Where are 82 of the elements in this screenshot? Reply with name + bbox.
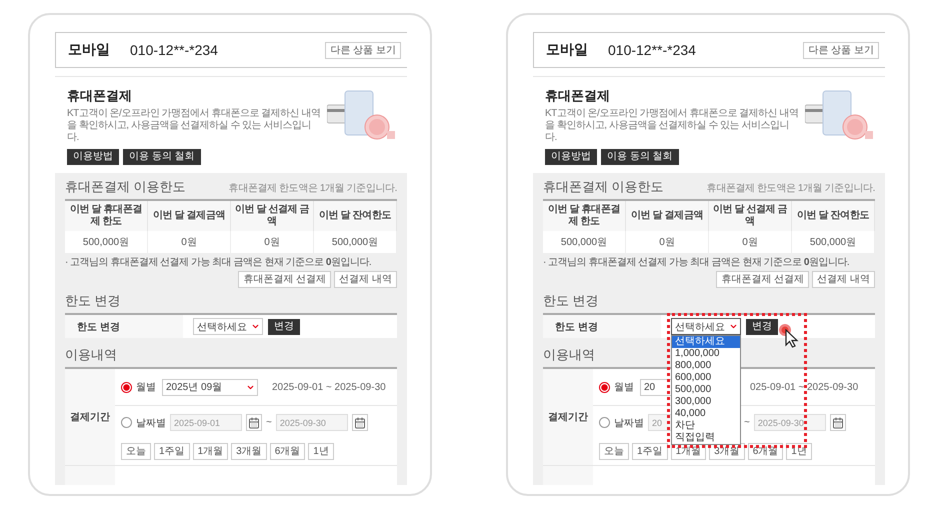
change-button[interactable]: 변경 xyxy=(746,318,778,334)
table-cell: 0원 xyxy=(626,231,709,253)
period-button[interactable]: 3개월 xyxy=(231,443,267,460)
section-title: 이용내역 xyxy=(65,347,117,363)
column-header: 이번 달 결제금액 xyxy=(626,201,709,231)
period-button[interactable]: 6개월 xyxy=(270,443,306,460)
column-header: 이번 달 휴대폰결제 한도 xyxy=(65,201,148,231)
prepay-notice: · 고객님의 휴대폰결제 선결제 가능 최대 금액은 현재 기준으로 0원입니다. xyxy=(543,257,850,269)
section-title: 휴대폰결제 이용한도 xyxy=(65,179,186,195)
limit-select[interactable]: 선택하세요 xyxy=(193,318,263,335)
product-label: 모바일 xyxy=(546,41,588,59)
calendar-icon xyxy=(354,416,366,428)
section-title: 한도 변경 xyxy=(543,293,599,309)
section-title: 한도 변경 xyxy=(65,293,121,309)
radio-button[interactable] xyxy=(121,417,132,428)
period-button[interactable]: 1주일 xyxy=(154,443,190,460)
row-label: 결제기간 xyxy=(65,369,115,465)
column-header: 이번 달 잔여한도 xyxy=(314,201,397,231)
radio-button[interactable] xyxy=(599,417,610,428)
table-cell: 500,000원 xyxy=(65,231,148,253)
limit-note: 휴대폰결제 한도액은 1개월 기준입니다. xyxy=(706,182,875,195)
table-cell: 0원 xyxy=(709,231,792,253)
column-header: 이번 달 결제금액 xyxy=(148,201,231,231)
calendar-icon xyxy=(248,416,260,428)
section-title: 휴대폰결제 이용한도 xyxy=(543,179,664,195)
table-cell: 500,000원 xyxy=(792,231,875,253)
caret-icon xyxy=(729,322,738,331)
period-button[interactable]: 1개월 xyxy=(192,443,228,460)
intro-button[interactable]: 이용방법 xyxy=(545,149,597,165)
column-header: 이번 달 선결제 금액 xyxy=(709,201,792,231)
prepay-notice: · 고객님의 휴대폰결제 선결제 가능 최대 금액은 현재 기준으로 0원입니다. xyxy=(65,257,372,269)
service-title: 휴대폰결제 xyxy=(67,87,133,105)
period-button[interactable]: 오늘 xyxy=(599,443,629,460)
radio-label: 월별 xyxy=(614,381,634,394)
phone-number: 010-12**-*234 xyxy=(608,42,696,58)
table-cell: 500,000원 xyxy=(543,231,626,253)
other-product-button[interactable]: 다른 상품 보기 xyxy=(803,42,879,58)
radio-label: 월별 xyxy=(136,381,156,394)
date-range: 025-09-01 ~ 2025-09-30 xyxy=(750,382,858,392)
range-separator: ~ xyxy=(744,417,750,428)
calendar-icon xyxy=(832,416,844,428)
intro-button[interactable]: 이용 동의 철회 xyxy=(601,149,679,165)
radio-button[interactable] xyxy=(121,382,132,392)
phone-number: 010-12**-*234 xyxy=(130,42,218,58)
service-description: KT고객이 온/오프라인 가맹점에서 휴대폰으로 결제하신 내역을 확인하시고, 사용금액을 선결제하실 수 있는 서비스입니다. xyxy=(545,108,799,144)
prepay-button[interactable]: 선결제 내역 xyxy=(812,271,875,288)
table-cell: 0원 xyxy=(148,231,231,253)
section-title: 이용내역 xyxy=(543,347,595,363)
limit-note: 휴대폰결제 한도액은 1개월 기준입니다. xyxy=(228,182,397,195)
limit-select[interactable]: 선택하세요 xyxy=(671,318,741,335)
prepay-button[interactable]: 선결제 내역 xyxy=(334,271,397,288)
intro-button[interactable]: 이용방법 xyxy=(67,149,119,165)
row-label: 한도 변경 xyxy=(65,315,183,338)
period-button[interactable]: 1년 xyxy=(308,443,334,460)
caret-icon xyxy=(251,322,260,331)
change-button[interactable]: 변경 xyxy=(268,318,300,334)
row-label: 한도 변경 xyxy=(543,315,661,338)
intro-button[interactable]: 이용 동의 철회 xyxy=(123,149,201,165)
month-select[interactable]: 2025년 09월 xyxy=(162,378,258,396)
period-button[interactable]: 1주일 xyxy=(632,443,668,460)
radio-label: 날짜별 xyxy=(136,416,166,430)
radio-button[interactable] xyxy=(599,382,610,392)
column-header: 이번 달 휴대폰결제 한도 xyxy=(543,201,626,231)
row-label: 결제기간 xyxy=(543,369,593,465)
other-product-button[interactable]: 다른 상품 보기 xyxy=(325,42,401,58)
column-header: 이번 달 잔여한도 xyxy=(792,201,875,231)
table-cell: 0원 xyxy=(231,231,314,253)
calendar-button[interactable] xyxy=(830,414,846,431)
dropdown-option[interactable]: 선택하세요 xyxy=(672,336,740,348)
range-separator: ~ xyxy=(266,417,272,428)
service-description: KT고객이 온/오프라인 가맹점에서 휴대폰으로 결제하신 내역을 확인하시고, 사용금액을 선결제하실 수 있는 서비스입니다. xyxy=(67,108,321,144)
prepay-button[interactable]: 휴대폰결제 선결제 xyxy=(716,271,810,288)
calendar-button[interactable] xyxy=(246,414,262,431)
product-label: 모바일 xyxy=(68,41,110,59)
service-title: 휴대폰결제 xyxy=(545,87,611,105)
table-cell: 500,000원 xyxy=(314,231,397,253)
radio-label: 날짜별 xyxy=(614,416,644,430)
prepay-button[interactable]: 휴대폰결제 선결제 xyxy=(238,271,332,288)
calendar-button[interactable] xyxy=(352,414,368,431)
column-header: 이번 달 선결제 금액 xyxy=(231,201,314,231)
period-button[interactable]: 오늘 xyxy=(121,443,151,460)
date-range: 2025-09-01 ~ 2025-09-30 xyxy=(272,382,386,392)
